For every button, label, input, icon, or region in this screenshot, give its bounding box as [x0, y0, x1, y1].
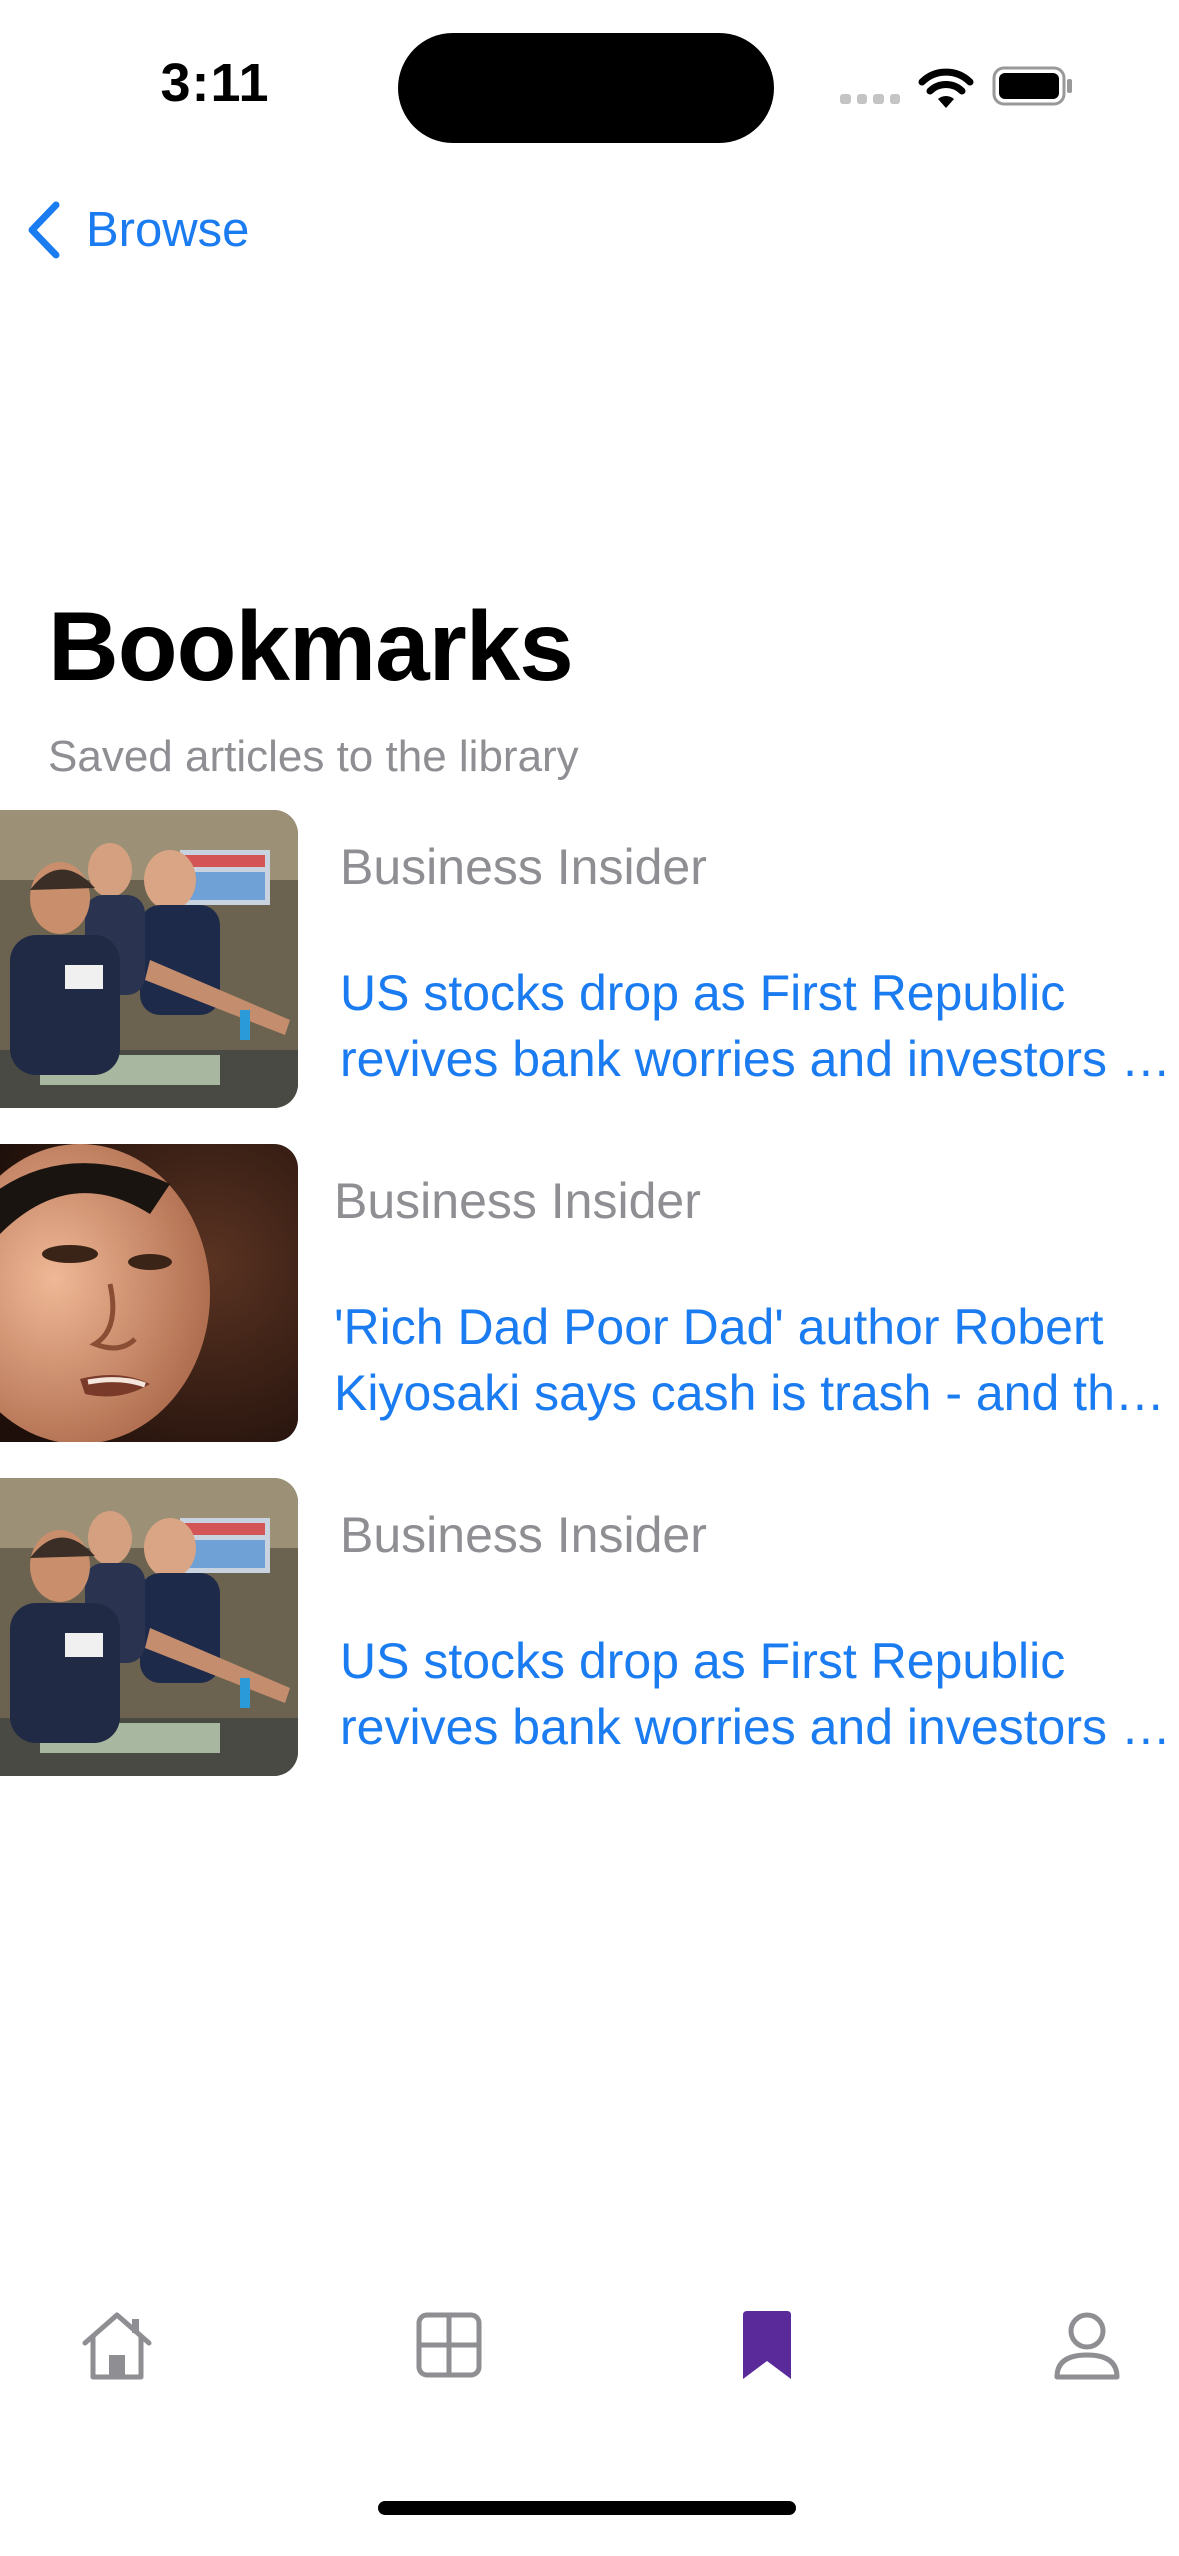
home-indicator [378, 2501, 796, 2515]
headline-line: US stocks drop as First Republic [340, 1633, 1066, 1689]
grid-icon [416, 2312, 482, 2378]
tab-bar [0, 2300, 1179, 2450]
cellular-signal-icon [840, 94, 900, 104]
person-icon [1054, 2312, 1120, 2380]
battery-icon [992, 66, 1072, 106]
wifi-icon [918, 68, 974, 108]
bookmark-icon [743, 2311, 791, 2379]
article-card[interactable]: Business Insider 'Rich Dad Poor Dad' aut… [0, 1144, 1179, 1444]
traders-photo-image [0, 1478, 298, 1776]
tab-profile[interactable] [1042, 2300, 1132, 2390]
article-source: Business Insider [334, 1173, 701, 1229]
headline-line: 'Rich Dad Poor Dad' author Robert [334, 1299, 1104, 1355]
traders-photo-image [0, 810, 298, 1108]
dynamic-island [398, 33, 774, 143]
article-card[interactable]: Business Insider US stocks drop as First… [0, 810, 1179, 1110]
article-headline[interactable]: US stocks drop as First Republic revives… [340, 1628, 1179, 1760]
headline-line: revives bank worries and investors weigh… [340, 1031, 1179, 1087]
article-headline[interactable]: US stocks drop as First Republic revives… [340, 960, 1179, 1092]
headline-line: revives bank worries and investors weigh… [340, 1699, 1179, 1755]
status-time: 3:11 [160, 53, 270, 113]
back-label: Browse [86, 203, 250, 257]
tab-home[interactable] [72, 2300, 162, 2390]
status-bar: 3:11 [0, 0, 1179, 150]
portrait-photo-image [0, 1144, 298, 1442]
back-button[interactable]: Browse [24, 195, 249, 265]
headline-line: US stocks drop as First Republic [340, 965, 1066, 1021]
article-source: Business Insider [340, 839, 707, 895]
article-thumbnail [0, 1478, 298, 1776]
article-thumbnail [0, 1144, 298, 1442]
page-subtitle: Saved articles to the library [48, 732, 579, 781]
article-card[interactable]: Business Insider US stocks drop as First… [0, 1478, 1179, 1778]
tab-browse[interactable] [404, 2300, 494, 2390]
chevron-left-icon [28, 201, 60, 259]
article-headline[interactable]: 'Rich Dad Poor Dad' author Robert Kiyosa… [334, 1294, 1174, 1426]
home-icon [82, 2312, 152, 2380]
page-title: Bookmarks [48, 591, 574, 701]
headline-line: Kiyosaki says cash is trash - and the do… [334, 1365, 1174, 1421]
tab-bookmarks[interactable] [722, 2300, 812, 2390]
article-thumbnail [0, 810, 298, 1108]
article-source: Business Insider [340, 1507, 707, 1563]
